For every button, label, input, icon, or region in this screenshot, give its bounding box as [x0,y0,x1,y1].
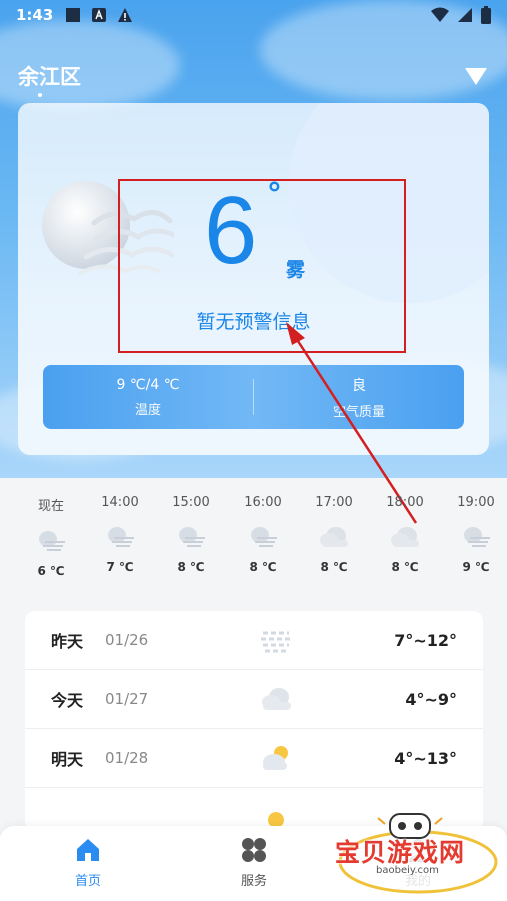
day-date: 01/28 [105,749,149,767]
partly-sunny-icon [263,746,288,770]
tab-home[interactable]: 首页 [48,836,128,889]
day-name: 昨天 [51,632,84,651]
temp-range: 9 ℃/4 ℃ [116,376,180,393]
hourly-item[interactable]: 14:00 7 ℃ [90,495,150,574]
day-date: 01/26 [105,631,149,649]
summary-strip: 9 ℃/4 ℃ 温度 良 空气质量 [43,365,464,429]
watermark-url: baobeiy.com [376,865,439,876]
day-date: 01/27 [105,690,149,708]
hourly-item[interactable]: 现在 6 ℃ [21,495,81,578]
fog-icon [261,631,291,653]
tab-services[interactable]: 服务 [214,836,294,889]
cloudy-icon [320,527,348,547]
square-app-icon [66,8,81,22]
hourly-item[interactable]: 17:00 8 ℃ [304,495,364,574]
day-temp-range: 4°~13° [394,748,457,768]
page-indicator-dot [38,93,42,97]
daily-row[interactable]: 明天 01/28 4°~13° [25,729,483,788]
location-bar: 余江区 [18,60,489,97]
aqi-value: 良 [352,377,366,394]
day-name: 明天 [51,750,84,769]
grid-icon [242,838,266,862]
aqi-cell[interactable]: 良 空气质量 [254,365,464,429]
battery-icon [481,6,491,24]
fog-icon [108,527,134,547]
location-name[interactable]: 余江区 [18,61,81,91]
annotation-highlight-box [118,179,406,353]
fog-icon [251,527,277,547]
watermark-text: 宝贝游戏网 [335,838,466,867]
temp-label: 温度 [134,402,161,418]
status-time: 1:43 [16,6,54,24]
hourly-item[interactable]: 18:00 8 ℃ [375,495,435,574]
alert-icon [118,8,133,22]
dropdown-triangle-icon[interactable] [463,65,489,87]
cloudy-icon [391,527,419,547]
hourly-item[interactable]: 19:00 9 ℃ [446,495,506,574]
a-app-icon [92,8,107,22]
day-temp-range: 4°~9° [405,689,457,709]
hourly-item[interactable]: 15:00 8 ℃ [161,495,221,574]
hourly-forecast: 现在 6 ℃ 14:00 7 ℃ 15:00 8 ℃ 16:00 8 ℃ 17:… [0,495,507,605]
daily-row[interactable]: 今天 01/27 4°~9° [25,670,483,729]
home-icon [77,839,99,861]
daily-forecast-list: 昨天 01/26 7°~12° 今天 01/27 4°~9° 明天 01/28 … [25,611,483,831]
fog-icon [464,527,490,547]
fog-icon [39,531,65,551]
wifi-icon [431,7,449,22]
status-bar: 1:43 [0,0,507,30]
cloudy-icon [262,688,291,710]
aqi-label: 空气质量 [332,404,385,420]
day-temp-range: 7°~12° [394,630,457,650]
daily-row[interactable]: 昨天 01/26 7°~12° [25,611,483,670]
signal-icon [458,8,472,22]
day-name: 今天 [51,691,84,710]
hourly-item[interactable]: 16:00 8 ℃ [233,495,293,574]
fog-icon [179,527,205,547]
temp-range-cell: 9 ℃/4 ℃ 温度 [43,365,253,429]
